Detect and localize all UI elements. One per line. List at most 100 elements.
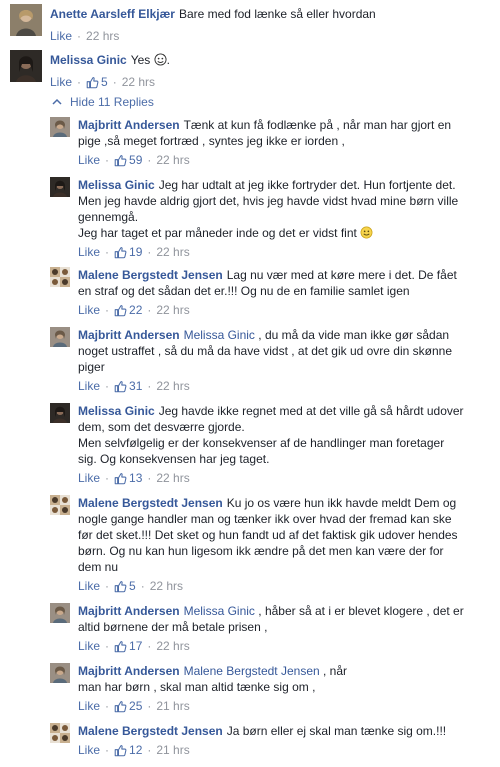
like-link[interactable]: Like bbox=[78, 244, 100, 260]
like-link[interactable]: Like bbox=[78, 638, 100, 654]
chevron-up-icon bbox=[52, 98, 62, 105]
timestamp[interactable]: 21 hrs bbox=[156, 742, 189, 758]
mention-link[interactable]: Melissa Ginic bbox=[184, 604, 255, 618]
thumbs-up-icon bbox=[114, 246, 127, 259]
avatar[interactable] bbox=[50, 723, 70, 743]
comment-body: Bare med fod lænke så eller hvordan bbox=[178, 7, 376, 21]
reply-body: Ku jo os være hun ikk havde meldt Dem og bbox=[226, 496, 457, 510]
reply-author[interactable]: Melissa Ginic bbox=[78, 178, 155, 192]
reply-meta: Like · 13 · 22 hrs bbox=[78, 470, 190, 486]
reply-body: Jeg har taget et par måneder inde og det… bbox=[78, 226, 357, 240]
comment-body: Yes bbox=[130, 53, 151, 67]
reply-author[interactable]: Malene Bergstedt Jensen bbox=[78, 496, 223, 510]
like-count[interactable]: 12 bbox=[114, 742, 142, 758]
like-count[interactable]: 31 bbox=[114, 378, 142, 394]
reply-author[interactable]: Malene Bergstedt Jensen bbox=[78, 724, 223, 738]
avatar[interactable] bbox=[50, 327, 70, 347]
reply-body: gennemgå. bbox=[78, 210, 139, 224]
thumbs-up-icon bbox=[114, 580, 127, 593]
avatar[interactable] bbox=[50, 495, 70, 515]
like-count[interactable]: 22 bbox=[114, 302, 142, 318]
avatar[interactable] bbox=[50, 267, 70, 287]
like-link[interactable]: Like bbox=[78, 742, 100, 758]
timestamp[interactable]: 22 hrs bbox=[156, 378, 189, 394]
timestamp[interactable]: 21 hrs bbox=[156, 698, 189, 714]
like-link[interactable]: Like bbox=[50, 28, 72, 44]
like-count[interactable]: 5 bbox=[114, 578, 136, 594]
thumbs-up-icon bbox=[114, 744, 127, 757]
reply-author[interactable]: Melissa Ginic bbox=[78, 404, 155, 418]
timestamp[interactable]: 22 hrs bbox=[122, 74, 155, 90]
reply-body: Men selvfølgelig er der konsekvenser af … bbox=[78, 436, 445, 450]
reply-body: , du må da vide man ikke gør sådan bbox=[258, 328, 450, 342]
like-link[interactable]: Like bbox=[78, 698, 100, 714]
like-link[interactable]: Like bbox=[78, 152, 100, 168]
timestamp[interactable]: 22 hrs bbox=[150, 578, 183, 594]
timestamp[interactable]: 22 hrs bbox=[156, 470, 189, 486]
reply-author[interactable]: Majbritt Andersen bbox=[78, 604, 180, 618]
reply-body: en straf og det sådan det er.!!! Og nu d… bbox=[78, 284, 410, 298]
like-link[interactable]: Like bbox=[50, 74, 72, 90]
thumbs-up-icon bbox=[114, 700, 127, 713]
reply-author[interactable]: Majbritt Andersen bbox=[78, 328, 180, 342]
timestamp[interactable]: 22 hrs bbox=[156, 302, 189, 318]
reply-body: noget ustraffet , så du må da have vidst… bbox=[78, 344, 452, 358]
avatar[interactable] bbox=[10, 4, 42, 36]
reply-body: dem nu bbox=[78, 560, 119, 574]
comment-text: Melissa Ginic Yes . bbox=[50, 53, 170, 67]
thumbs-up-icon bbox=[114, 154, 127, 167]
reply-body: , når bbox=[323, 664, 348, 678]
like-count[interactable]: 59 bbox=[114, 152, 142, 168]
mention-link[interactable]: Melissa Ginic bbox=[184, 328, 255, 342]
like-link[interactable]: Like bbox=[78, 578, 100, 594]
reply-body: Jeg havde ikke regnet med at det ville g… bbox=[158, 404, 464, 418]
reply-body: nogle gange handler man og tænker ikk ov… bbox=[78, 512, 452, 526]
reply-body: Tænk at kun få fodlænke på , når man har… bbox=[183, 118, 452, 132]
thumbs-up-icon bbox=[114, 472, 127, 485]
like-count[interactable]: 5 bbox=[86, 74, 108, 90]
thumbs-up-icon bbox=[114, 380, 127, 393]
like-count[interactable]: 19 bbox=[114, 244, 142, 260]
like-count[interactable]: 25 bbox=[114, 698, 142, 714]
timestamp[interactable]: 22 hrs bbox=[156, 244, 189, 260]
reply-body: Jeg har udtalt at jeg ikke fortryder det… bbox=[158, 178, 456, 192]
avatar[interactable] bbox=[10, 50, 42, 82]
comment-author[interactable]: Anette Aarsleff Elkjær bbox=[50, 7, 175, 21]
reply-body: dem, som det desværre gjorde. bbox=[78, 420, 245, 434]
reply-meta: Like · 31 · 22 hrs bbox=[78, 378, 190, 394]
like-link[interactable]: Like bbox=[78, 470, 100, 486]
avatar[interactable] bbox=[50, 117, 70, 137]
reply-body: pige ,så meget fortræd , syntes jeg ikke… bbox=[78, 134, 345, 148]
avatar[interactable] bbox=[50, 603, 70, 623]
comment-anette: Anette Aarsleff Elkjær Bare med fod lænke… bbox=[10, 4, 490, 44]
thumbs-up-icon bbox=[86, 76, 99, 89]
reply-meta: Like · 19 · 22 hrs bbox=[78, 244, 190, 260]
reply-author[interactable]: Majbritt Andersen bbox=[78, 118, 180, 132]
like-link[interactable]: Like bbox=[78, 302, 100, 318]
reply-body: altid børnene der må betale prisen , bbox=[78, 620, 268, 634]
comment-author[interactable]: Melissa Ginic bbox=[50, 53, 127, 67]
timestamp[interactable]: 22 hrs bbox=[86, 28, 119, 44]
comment-melissa: Melissa Ginic Yes . Like · 5 · 22 hrs bbox=[10, 50, 490, 90]
reply-meta: Like · 17 · 22 hrs bbox=[78, 638, 190, 654]
reply-body: man har børn , skal man altid tænke sig … bbox=[78, 680, 316, 694]
avatar[interactable] bbox=[50, 663, 70, 683]
reply-meta: Like · 59 · 22 hrs bbox=[78, 152, 190, 168]
reply-body: Men jeg havde aldrig gjort det, hvis jeg… bbox=[78, 194, 459, 208]
reply-author[interactable]: Malene Bergstedt Jensen bbox=[78, 268, 223, 282]
avatar[interactable] bbox=[50, 403, 70, 423]
like-count[interactable]: 13 bbox=[114, 470, 142, 486]
mention-link[interactable]: Malene Bergstedt Jensen bbox=[184, 664, 320, 678]
like-link[interactable]: Like bbox=[78, 378, 100, 394]
avatar[interactable] bbox=[50, 177, 70, 197]
timestamp[interactable]: 22 hrs bbox=[156, 152, 189, 168]
emoji-icon bbox=[154, 53, 167, 66]
reply-body: Ja børn eller ej skal man tænke sig om.!… bbox=[226, 724, 447, 738]
hide-replies-link[interactable]: Hide 11 Replies bbox=[52, 95, 154, 109]
reply-body: piger bbox=[78, 360, 105, 374]
thumbs-up-icon bbox=[114, 304, 127, 317]
timestamp[interactable]: 22 hrs bbox=[156, 638, 189, 654]
like-count[interactable]: 17 bbox=[114, 638, 142, 654]
thumbs-up-icon bbox=[114, 640, 127, 653]
reply-author[interactable]: Majbritt Andersen bbox=[78, 664, 180, 678]
